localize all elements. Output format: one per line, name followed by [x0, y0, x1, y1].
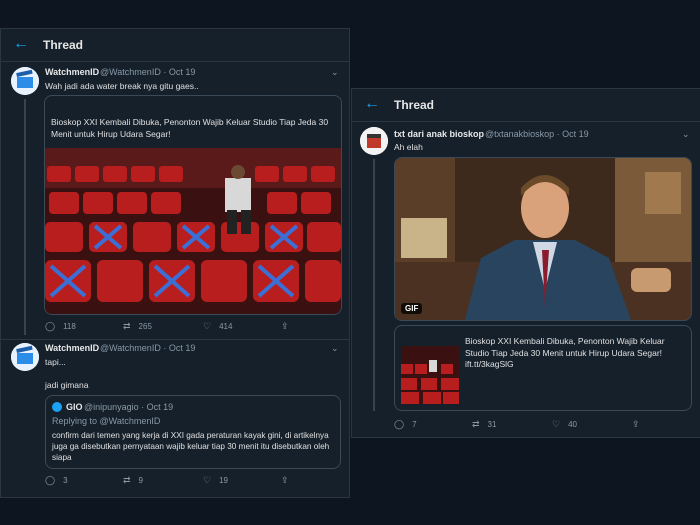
- cinema-seats-image: [45, 148, 341, 314]
- thread-header: ← Thread: [352, 89, 700, 122]
- gif-media[interactable]: GIF: [394, 157, 692, 321]
- quote-text: confirm dari temen yang kerja di XXI gad…: [52, 431, 330, 462]
- link-card[interactable]: Bioskop XXI Kembali Dibuka, Penonton Waj…: [394, 325, 692, 411]
- divider: [1, 339, 349, 340]
- reply-count: 3: [63, 476, 68, 485]
- heart-icon: ♡: [203, 475, 212, 485]
- author-name[interactable]: txt dari anak bioskop: [394, 129, 484, 139]
- gif-badge: GIF: [401, 303, 423, 314]
- back-arrow-icon[interactable]: ←: [13, 35, 29, 53]
- reply-icon: ◯: [45, 321, 56, 331]
- tweet-text: Wah jadi ada water break nya gitu gaes..: [45, 81, 199, 91]
- heart-icon: ♡: [552, 419, 561, 429]
- chevron-down-icon[interactable]: ⌄: [331, 343, 339, 354]
- retweet-icon: ⇄: [123, 321, 131, 331]
- card-text: Bioskop XXI Kembali Dibuka, Penonton Waj…: [465, 336, 665, 369]
- author-name[interactable]: WatchmenID: [45, 343, 99, 353]
- retweet-count: 9: [138, 476, 143, 485]
- share-icon: ⇪: [281, 321, 289, 331]
- avatar[interactable]: [360, 127, 388, 155]
- thread-connector: [373, 159, 375, 411]
- tweet-actions: ◯ 7 ⇄ 31 ♡ 40 ⇪: [394, 419, 684, 431]
- thread-title: Thread: [394, 98, 435, 112]
- link-card[interactable]: Bioskop XXI Kembali Dibuka, Penonton Waj…: [44, 95, 342, 315]
- heart-icon: ♡: [203, 321, 212, 331]
- right-thread-panel: ← Thread txt dari anak bioskop @txtanakb…: [351, 88, 700, 438]
- thread-title: Thread: [43, 38, 84, 52]
- author-handle-time[interactable]: @txtanakbioskop · Oct 19: [485, 129, 589, 139]
- thread-connector: [24, 99, 26, 335]
- tweet-text: tapi...: [45, 357, 66, 367]
- chevron-down-icon[interactable]: ⌄: [331, 67, 339, 78]
- share-icon: ⇪: [632, 419, 640, 429]
- reply-count: 7: [412, 420, 417, 429]
- quoted-tweet[interactable]: GIO @inipunyagio · Oct 19 Replying to @W…: [45, 395, 341, 469]
- chevron-down-icon[interactable]: ⌄: [682, 129, 690, 140]
- author-name[interactable]: WatchmenID: [45, 67, 99, 77]
- card-thumbnail-image: [401, 346, 459, 404]
- retweet-count: 265: [138, 322, 152, 331]
- tweet-actions: ◯ 118 ⇄ 265 ♡ 414 ⇪: [45, 321, 335, 333]
- retweet-count: 31: [487, 420, 497, 429]
- like-count: 40: [568, 420, 577, 429]
- quote-handle-time: @inipunyagio · Oct 19: [84, 402, 174, 412]
- reply-button[interactable]: ◯ 3: [45, 475, 68, 486]
- replying-to: Replying to @WatchmenID: [52, 416, 161, 426]
- reply-button[interactable]: ◯ 7: [394, 419, 417, 430]
- retweet-button[interactable]: ⇄ 31: [472, 419, 496, 430]
- reply-count: 118: [63, 322, 76, 331]
- author-handle-time[interactable]: @WatchmenID · Oct 19: [100, 343, 195, 353]
- quote-author-name: GIO: [66, 402, 83, 412]
- reply-button[interactable]: ◯ 118: [45, 321, 76, 332]
- reply-icon: ◯: [394, 419, 405, 429]
- share-button[interactable]: ⇪: [281, 475, 297, 486]
- retweet-button[interactable]: ⇄ 9: [123, 475, 143, 486]
- card-title: Bioskop XXI Kembali Dibuka, Penonton Waj…: [51, 117, 329, 139]
- like-count: 414: [219, 322, 233, 331]
- left-thread-panel: ← Thread WatchmenID @WatchmenID · Oct 19…: [0, 28, 350, 498]
- thread-header: ← Thread: [1, 29, 349, 62]
- avatar: [52, 402, 62, 412]
- retweet-button[interactable]: ⇄ 265: [123, 321, 152, 332]
- avatar[interactable]: [11, 343, 39, 371]
- tweet-text: jadi gimana: [45, 380, 89, 390]
- author-handle-time[interactable]: @WatchmenID · Oct 19: [100, 67, 195, 77]
- retweet-icon: ⇄: [123, 475, 131, 485]
- like-button[interactable]: ♡ 19: [203, 475, 228, 486]
- gif-image: [395, 158, 691, 320]
- share-button[interactable]: ⇪: [632, 419, 648, 430]
- like-button[interactable]: ♡ 40: [552, 419, 577, 430]
- share-icon: ⇪: [281, 475, 289, 485]
- retweet-icon: ⇄: [472, 419, 480, 429]
- back-arrow-icon[interactable]: ←: [364, 95, 380, 113]
- like-button[interactable]: ♡ 414: [203, 321, 232, 332]
- like-count: 19: [219, 476, 228, 485]
- tweet-text: Ah elah: [394, 142, 423, 152]
- share-button[interactable]: ⇪: [281, 321, 297, 332]
- reply-icon: ◯: [45, 475, 56, 485]
- tweet-actions: ◯ 3 ⇄ 9 ♡ 19 ⇪: [45, 475, 335, 487]
- avatar[interactable]: [11, 67, 39, 95]
